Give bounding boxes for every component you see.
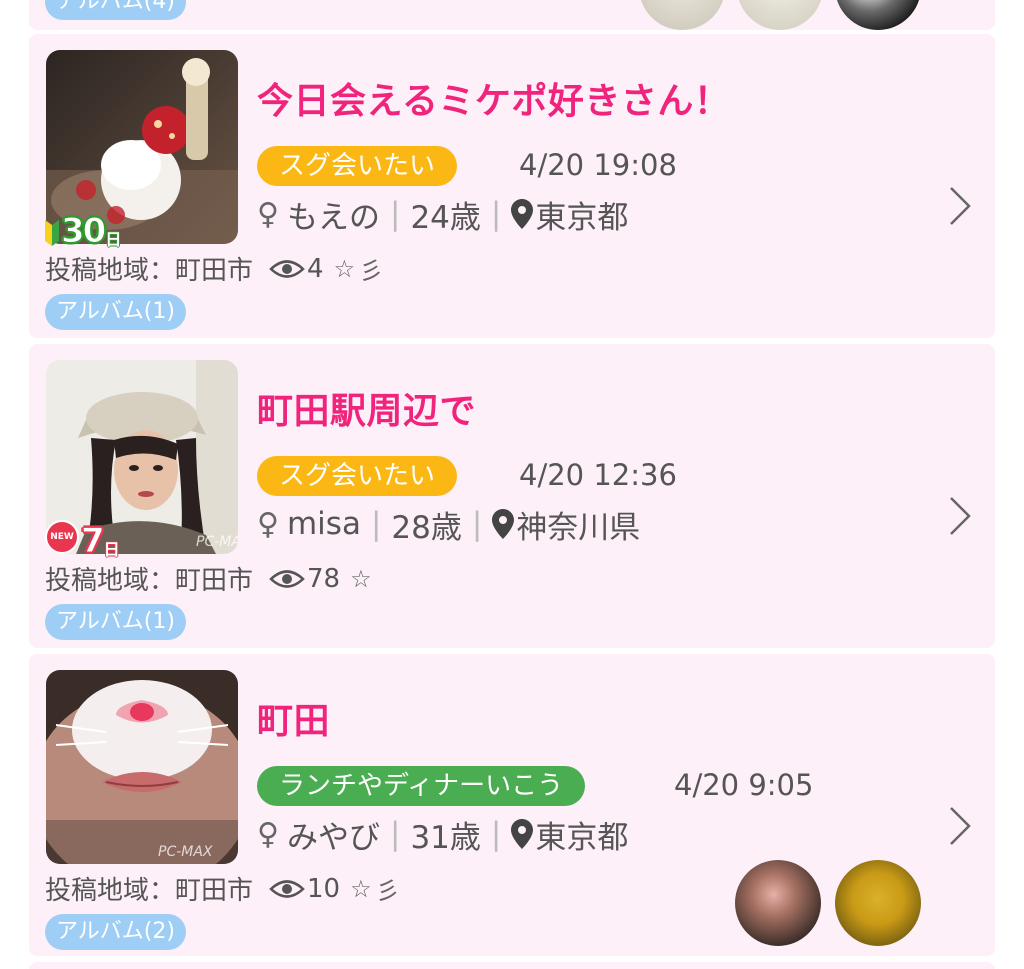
album-thumb[interactable] [835, 0, 921, 30]
album-thumb[interactable] [737, 0, 823, 30]
post-card[interactable]: PC-MAX 町田 ランチやディナーいこう 4/20 9:05 ♀ みやび | … [29, 654, 995, 956]
user-name: misa [286, 506, 361, 542]
profile-summary: ♀ misa | 28歳 | 神奈川県 [257, 504, 641, 546]
profile-summary: ♀ もえの | 24歳 | 東京都 [257, 194, 629, 236]
location-pin-icon [511, 819, 534, 849]
post-date: 4/20 12:36 [519, 458, 677, 492]
post-list: アルバム(4) 30 日 今日会えるミケポ好きさん！ スグ会いたい 4/20 1… [0, 0, 1024, 969]
divider: | [471, 506, 483, 542]
user-age: 28歳 [391, 509, 462, 546]
user-name: もえの [286, 199, 380, 236]
chevron-right-icon[interactable] [945, 804, 975, 848]
profile-photo[interactable]: PC-MAX [46, 670, 238, 864]
post-area: 投稿地域：町田市 [45, 876, 254, 906]
new-icon: NEW [45, 520, 79, 554]
star-icon[interactable]: ☆ [350, 565, 372, 593]
badge-days-number: 7 [81, 521, 106, 561]
female-icon: ♀ [257, 816, 279, 852]
location-pin-icon [492, 509, 515, 539]
view-count: 10 [307, 873, 341, 904]
watermark: PC-MAX [158, 844, 213, 860]
post-meta: 投稿地域：町田市 78 ☆ [45, 560, 372, 597]
wind-icon: 彡 [359, 257, 384, 285]
post-meta: 投稿地域：町田市 10 ☆ 彡 [45, 870, 400, 907]
divider: | [389, 816, 401, 852]
user-age: 31歳 [410, 819, 481, 856]
album-badge[interactable]: アルバム(1) [45, 604, 186, 640]
post-title[interactable]: 町田駅周辺で [257, 382, 476, 434]
user-location: 東京都 [535, 819, 629, 856]
purpose-tag: スグ会いたい [257, 456, 458, 496]
beginner-mark-icon [45, 220, 59, 246]
album-badge[interactable]: アルバム(2) [45, 914, 186, 950]
star-icon[interactable]: ☆ [350, 875, 372, 903]
album-thumb[interactable] [735, 860, 821, 946]
wind-icon: 彡 [375, 877, 400, 905]
watermark: PC-MAX [196, 534, 238, 550]
post-area: 投稿地域：町田市 [45, 566, 254, 596]
user-age: 24歳 [410, 199, 481, 236]
post-title[interactable]: 今日会えるミケポ好きさん！ [257, 72, 730, 124]
divider: | [490, 816, 502, 852]
post-meta: 投稿地域：町田市 4 ☆ 彡 [45, 250, 383, 287]
view-count: 78 [307, 563, 341, 594]
profile-summary: ♀ みやび | 31歳 | 東京都 [257, 814, 629, 856]
female-icon: ♀ [257, 196, 279, 232]
user-name: みやび [286, 819, 380, 856]
female-icon: ♀ [257, 506, 279, 542]
eye-icon [269, 259, 305, 278]
album-badge[interactable]: アルバム(4) [45, 0, 186, 20]
divider: | [490, 196, 502, 232]
purpose-tag: ランチやディナーいこう [257, 766, 586, 806]
album-thumb[interactable] [835, 860, 921, 946]
badge-days-number: 30 [60, 211, 106, 251]
purpose-tag: スグ会いたい [257, 146, 458, 186]
new-badge: NEW 7 日 [45, 514, 120, 561]
badge-days-unit: 日 [105, 230, 122, 249]
star-icon[interactable]: ☆ [334, 255, 356, 283]
user-location: 神奈川県 [516, 509, 641, 546]
album-badge[interactable]: アルバム(1) [45, 294, 186, 330]
post-date: 4/20 9:05 [674, 768, 814, 802]
user-location: 東京都 [535, 199, 629, 236]
chevron-right-icon[interactable] [945, 494, 975, 538]
eye-icon [269, 879, 305, 898]
chevron-right-icon[interactable] [945, 184, 975, 228]
divider: | [389, 196, 401, 232]
post-date: 4/20 19:08 [519, 148, 677, 182]
post-card-partial[interactable] [29, 962, 995, 969]
view-count: 4 [307, 253, 324, 284]
eye-icon [269, 569, 305, 588]
newbie-badge: 30 日 [45, 204, 122, 251]
post-card[interactable]: PC-MAX NEW 7 日 町田駅周辺で スグ会いたい 4/20 12:36 … [29, 344, 995, 648]
post-card-partial[interactable]: アルバム(4) [29, 0, 995, 30]
album-thumb[interactable] [639, 0, 725, 30]
post-card[interactable]: 30 日 今日会えるミケポ好きさん！ スグ会いたい 4/20 19:08 ♀ も… [29, 34, 995, 338]
location-pin-icon [511, 199, 534, 229]
badge-days-unit: 日 [103, 540, 120, 559]
post-area: 投稿地域：町田市 [45, 256, 254, 286]
post-title[interactable]: 町田 [257, 692, 330, 744]
divider: | [370, 506, 382, 542]
